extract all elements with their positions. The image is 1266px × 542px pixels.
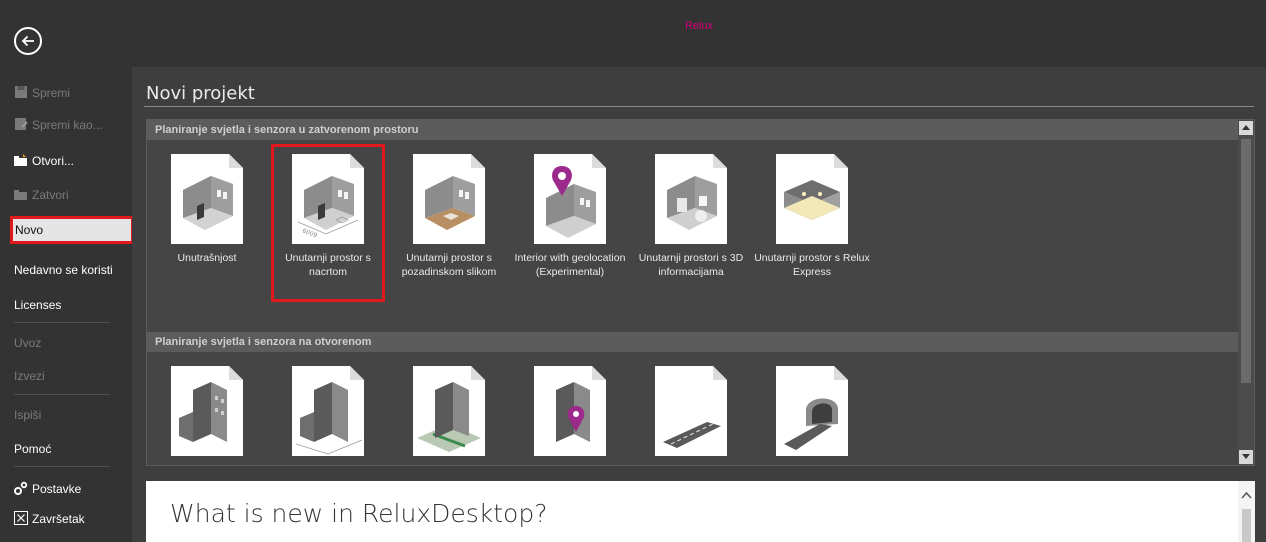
menu-new[interactable]: Novo — [10, 216, 134, 244]
save-as-icon — [15, 118, 28, 130]
menu-save-as-label: Spremi kao... — [32, 118, 103, 132]
scroll-up-button[interactable] — [1239, 121, 1253, 135]
scroll-thumb[interactable] — [1241, 139, 1251, 383]
menu-print[interactable]: Ispiši — [0, 401, 132, 429]
tile-interior[interactable]: Unutrašnjost — [147, 149, 267, 289]
tile-interior-background-label: Unutarnji prostor s pozadinskom slikom — [401, 252, 497, 278]
gallery-scrollbar[interactable] — [1238, 120, 1254, 465]
tile-exterior-map[interactable] — [389, 361, 509, 465]
building-plan-icon — [292, 366, 364, 456]
menu-export-label: Izvezi — [14, 369, 45, 383]
menu-save-label: Spremi — [32, 86, 71, 100]
news-scrollbar[interactable] — [1238, 481, 1255, 542]
building-geolocation-icon — [534, 366, 606, 456]
menu-divider — [14, 322, 110, 323]
open-folder-icon — [14, 154, 27, 166]
title-bar: Relux — [132, 0, 1266, 67]
triangle-down-icon — [1242, 454, 1250, 459]
room-icon — [171, 154, 243, 244]
tile-interior-express[interactable]: Unutarnji prostor s Relux Express — [752, 149, 872, 289]
menu-save[interactable]: Spremi — [0, 79, 132, 107]
room-geolocation-icon — [534, 154, 606, 244]
menu-open-label: Otvori... — [32, 154, 75, 168]
section-header-outdoor: Planiranje svjetla i senzora na otvoreno… — [147, 332, 1239, 352]
room-background-icon — [413, 154, 485, 244]
title-divider — [144, 106, 1254, 107]
new-project-panel: Novi projekt Planiranje svjetla i senzor… — [132, 67, 1266, 542]
menu-recent[interactable]: Nedavno se koristi — [0, 256, 132, 284]
menu-recent-label: Nedavno se koristi — [14, 263, 113, 277]
tile-interior-express-label: Unutarnji prostor s Relux Express — [754, 252, 870, 278]
tile-interior-3d-label: Unutarnji prostori s 3D informacijama — [638, 252, 744, 278]
menu-close-label: Zatvori — [32, 188, 69, 202]
menu-settings-label: Postavke — [32, 482, 82, 496]
backstage-sidebar: Spremi Spremi kao... Otvori... Zatvori N… — [0, 0, 134, 542]
back-arrow-icon — [21, 35, 34, 47]
building-icon — [171, 366, 243, 456]
selection-highlight — [271, 144, 385, 302]
road-icon — [655, 366, 727, 456]
tile-interior-geolocation[interactable]: Interior with geolocation (Experimental) — [510, 149, 630, 289]
menu-import[interactable]: Uvoz — [0, 329, 132, 357]
menu-save-as[interactable]: Spremi kao... — [0, 111, 132, 139]
menu-new-label: Novo — [15, 223, 44, 237]
tile-exterior-plan[interactable] — [268, 361, 388, 465]
room-3d-icon — [655, 154, 727, 244]
tunnel-icon — [776, 366, 848, 456]
menu-exit-label: Završetak — [32, 512, 85, 526]
tile-interior-label: Unutrašnjost — [177, 252, 237, 264]
back-button[interactable] — [14, 27, 42, 55]
close-folder-icon — [14, 190, 27, 200]
triangle-up-icon — [1242, 125, 1250, 130]
tile-interior-3d[interactable]: Unutarnji prostori s 3D informacijama — [631, 149, 751, 289]
app-title: Relux — [684, 20, 714, 32]
menu-export[interactable]: Izvezi — [0, 362, 132, 390]
whats-new-panel: What is new in ReluxDesktop? — [146, 481, 1255, 542]
section-header-indoor: Planiranje svjetla i senzora u zatvoreno… — [147, 120, 1239, 140]
building-map-icon — [413, 366, 485, 456]
exit-box-icon — [14, 511, 28, 525]
room-express-icon — [776, 154, 848, 244]
tile-exterior-geolocation[interactable] — [510, 361, 630, 465]
whats-new-title: What is new in ReluxDesktop? — [170, 499, 548, 528]
menu-divider — [14, 466, 110, 467]
settings-gears-icon — [14, 481, 28, 495]
chevron-up-icon — [1241, 491, 1252, 499]
menu-licenses-label: Licenses — [14, 298, 62, 312]
menu-import-label: Uvoz — [14, 336, 42, 350]
tile-interior-background[interactable]: Unutarnji prostor s pozadinskom slikom — [389, 149, 509, 289]
menu-close[interactable]: Zatvori — [0, 181, 132, 209]
project-template-gallery: Planiranje svjetla i senzora u zatvoreno… — [146, 119, 1255, 466]
menu-settings[interactable]: Postavke — [0, 475, 132, 503]
news-scroll-thumb[interactable] — [1242, 509, 1251, 542]
menu-help[interactable]: Pomoć — [0, 435, 132, 463]
scroll-down-button[interactable] — [1239, 450, 1253, 464]
menu-exit[interactable]: Završetak — [0, 505, 132, 533]
tile-exterior[interactable] — [147, 361, 267, 465]
tile-interior-geolocation-label: Interior with geolocation (Experimental) — [514, 252, 626, 278]
relux-window: Relux Spremi Spremi kao... Otvori... Zat… — [0, 0, 1266, 542]
tile-road[interactable] — [631, 361, 751, 465]
save-icon — [15, 86, 27, 98]
page-title: Novi projekt — [146, 83, 255, 104]
menu-licenses[interactable]: Licenses — [0, 291, 132, 319]
menu-divider — [14, 394, 110, 395]
menu-open[interactable]: Otvori... — [0, 147, 132, 175]
menu-print-label: Ispiši — [14, 408, 42, 422]
tile-tunnel[interactable] — [752, 361, 872, 465]
menu-help-label: Pomoć — [14, 442, 52, 456]
